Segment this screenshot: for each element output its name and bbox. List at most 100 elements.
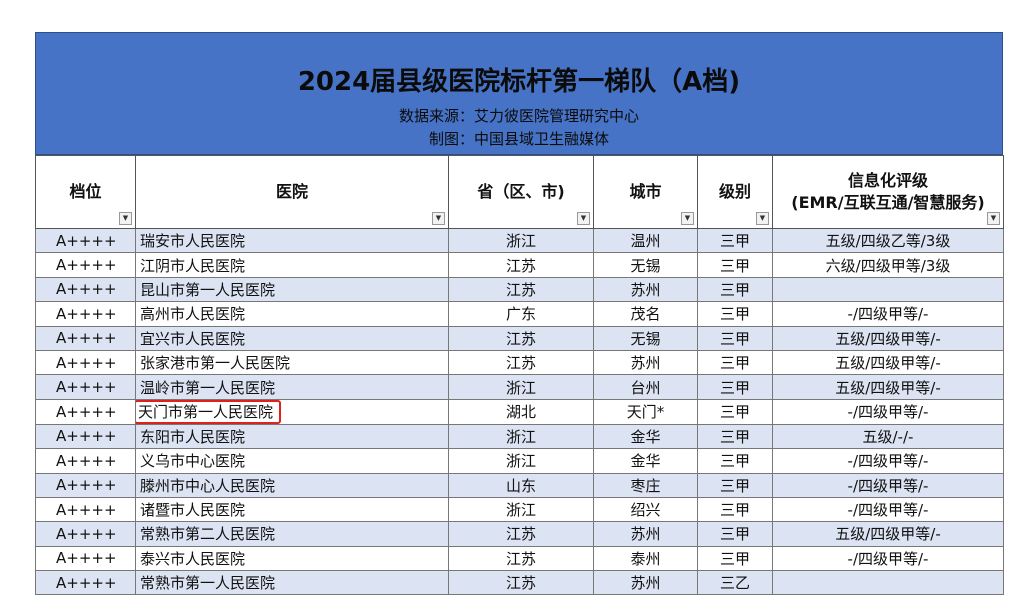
- cell-it-rating[interactable]: 五级/四级甲等/-: [772, 374, 1004, 400]
- cell-tier[interactable]: A++++: [35, 521, 136, 547]
- cell-province[interactable]: 广东: [448, 301, 594, 327]
- cell-hospital[interactable]: 常熟市第二人民医院: [135, 521, 449, 547]
- cell-tier[interactable]: A++++: [35, 325, 136, 351]
- cell-level[interactable]: 三甲: [697, 496, 773, 523]
- cell-province[interactable]: 江苏: [448, 570, 594, 596]
- cell-level[interactable]: 三甲: [697, 252, 773, 278]
- cell-it-rating[interactable]: 五级/四级甲等/-: [772, 325, 1004, 351]
- cell-province[interactable]: 浙江: [448, 374, 594, 400]
- col-header-it-rating[interactable]: 信息化评级 (EMR/互联互通/智慧服务) ▼: [772, 155, 1004, 229]
- cell-province[interactable]: 浙江: [448, 423, 594, 450]
- table-row[interactable]: A++++ 江阴市人民医院 江苏 无锡 三甲 六级/四级甲等/3级: [35, 252, 1004, 278]
- cell-tier[interactable]: A++++: [35, 276, 136, 303]
- cell-tier[interactable]: A++++: [35, 398, 136, 425]
- cell-city[interactable]: 苏州: [593, 521, 698, 547]
- cell-level[interactable]: 三甲: [697, 423, 773, 450]
- cell-hospital[interactable]: 泰兴市人民医院: [135, 545, 449, 572]
- cell-it-rating[interactable]: -/四级甲等/-: [772, 545, 1004, 572]
- cell-province[interactable]: 湖北: [448, 398, 594, 425]
- cell-tier[interactable]: A++++: [35, 472, 136, 498]
- cell-tier[interactable]: A++++: [35, 423, 136, 450]
- filter-dropdown-icon[interactable]: ▼: [756, 212, 769, 225]
- cell-it-rating[interactable]: [772, 570, 1004, 596]
- col-header-tier[interactable]: 档位 ▼: [35, 155, 136, 229]
- cell-hospital[interactable]: 义乌市中心医院: [135, 448, 449, 474]
- cell-tier[interactable]: A++++: [35, 448, 136, 474]
- cell-city[interactable]: 绍兴: [593, 496, 698, 523]
- cell-it-rating[interactable]: -/四级甲等/-: [772, 448, 1004, 474]
- cell-hospital[interactable]: 瑞安市人民医院: [135, 227, 449, 254]
- cell-province[interactable]: 浙江: [448, 448, 594, 474]
- cell-hospital[interactable]: 江阴市人民医院: [135, 252, 449, 278]
- cell-hospital[interactable]: 东阳市人民医院: [135, 423, 449, 450]
- cell-it-rating[interactable]: 五级/四级甲等/-: [772, 349, 1004, 376]
- cell-it-rating[interactable]: -/四级甲等/-: [772, 301, 1004, 327]
- cell-city[interactable]: 无锡: [593, 252, 698, 278]
- cell-it-rating[interactable]: -/四级甲等/-: [772, 496, 1004, 523]
- filter-dropdown-icon[interactable]: ▼: [987, 212, 1000, 225]
- cell-city[interactable]: 泰州: [593, 545, 698, 572]
- cell-level[interactable]: 三甲: [697, 374, 773, 400]
- table-row[interactable]: A++++ 昆山市第一人民医院 江苏 苏州 三甲: [35, 276, 1004, 303]
- col-header-hospital[interactable]: 医院 ▼: [135, 155, 449, 229]
- cell-city[interactable]: 金华: [593, 423, 698, 450]
- cell-city[interactable]: 枣庄: [593, 472, 698, 498]
- cell-hospital[interactable]: 张家港市第一人民医院: [135, 349, 449, 376]
- table-row[interactable]: A++++ 滕州市中心人民医院 山东 枣庄 三甲 -/四级甲等/-: [35, 472, 1004, 498]
- cell-level[interactable]: 三甲: [697, 301, 773, 327]
- cell-city[interactable]: 苏州: [593, 276, 698, 303]
- col-header-city[interactable]: 城市 ▼: [593, 155, 698, 229]
- cell-province[interactable]: 江苏: [448, 325, 594, 351]
- table-row[interactable]: A++++ 诸暨市人民医院 浙江 绍兴 三甲 -/四级甲等/-: [35, 496, 1004, 523]
- table-row[interactable]: A++++ 东阳市人民医院 浙江 金华 三甲 五级/-/-: [35, 423, 1004, 450]
- cell-hospital[interactable]: 滕州市中心人民医院: [135, 472, 449, 498]
- cell-it-rating[interactable]: 六级/四级甲等/3级: [772, 252, 1004, 278]
- cell-tier[interactable]: A++++: [35, 374, 136, 400]
- cell-level[interactable]: 三甲: [697, 227, 773, 254]
- cell-tier[interactable]: A++++: [35, 301, 136, 327]
- cell-tier[interactable]: A++++: [35, 545, 136, 572]
- cell-it-rating[interactable]: 五级/四级乙等/3级: [772, 227, 1004, 254]
- cell-tier[interactable]: A++++: [35, 570, 136, 596]
- cell-level[interactable]: 三甲: [697, 325, 773, 351]
- cell-city[interactable]: 天门*: [593, 398, 698, 425]
- cell-level[interactable]: 三甲: [697, 472, 773, 498]
- cell-hospital[interactable]: 高州市人民医院: [135, 301, 449, 327]
- cell-level[interactable]: 三甲: [697, 545, 773, 572]
- cell-level[interactable]: 三甲: [697, 398, 773, 425]
- cell-it-rating[interactable]: -/四级甲等/-: [772, 472, 1004, 498]
- cell-city[interactable]: 温州: [593, 227, 698, 254]
- cell-city[interactable]: 无锡: [593, 325, 698, 351]
- cell-level[interactable]: 三乙: [697, 570, 773, 596]
- cell-hospital[interactable]: 常熟市第一人民医院: [135, 570, 449, 596]
- cell-hospital[interactable]: 天门市第一人民医院: [135, 398, 449, 425]
- cell-city[interactable]: 金华: [593, 448, 698, 474]
- cell-level[interactable]: 三甲: [697, 276, 773, 303]
- cell-city[interactable]: 苏州: [593, 349, 698, 376]
- table-row[interactable]: A++++ 高州市人民医院 广东 茂名 三甲 -/四级甲等/-: [35, 301, 1004, 327]
- cell-level[interactable]: 三甲: [697, 349, 773, 376]
- cell-city[interactable]: 茂名: [593, 301, 698, 327]
- cell-tier[interactable]: A++++: [35, 349, 136, 376]
- table-row[interactable]: A++++ 泰兴市人民医院 江苏 泰州 三甲 -/四级甲等/-: [35, 545, 1004, 572]
- filter-dropdown-icon[interactable]: ▼: [432, 212, 445, 225]
- cell-province[interactable]: 江苏: [448, 276, 594, 303]
- cell-tier[interactable]: A++++: [35, 252, 136, 278]
- table-row[interactable]: A++++ 常熟市第二人民医院 江苏 苏州 三甲 五级/四级甲等/-: [35, 521, 1004, 547]
- cell-it-rating[interactable]: -/四级甲等/-: [772, 398, 1004, 425]
- cell-city[interactable]: 苏州: [593, 570, 698, 596]
- cell-province[interactable]: 浙江: [448, 227, 594, 254]
- cell-province[interactable]: 山东: [448, 472, 594, 498]
- table-row[interactable]: A++++ 宜兴市人民医院 江苏 无锡 三甲 五级/四级甲等/-: [35, 325, 1004, 351]
- table-row[interactable]: A++++ 温岭市第一人民医院 浙江 台州 三甲 五级/四级甲等/-: [35, 374, 1004, 400]
- cell-hospital[interactable]: 昆山市第一人民医院: [135, 276, 449, 303]
- cell-hospital[interactable]: 诸暨市人民医院: [135, 496, 449, 523]
- table-row[interactable]: A++++ 天门市第一人民医院 湖北 天门* 三甲 -/四级甲等/-: [35, 398, 1004, 425]
- filter-dropdown-icon[interactable]: ▼: [681, 212, 694, 225]
- cell-level[interactable]: 三甲: [697, 448, 773, 474]
- col-header-province[interactable]: 省（区、市) ▼: [448, 155, 594, 229]
- table-row[interactable]: A++++ 瑞安市人民医院 浙江 温州 三甲 五级/四级乙等/3级: [35, 227, 1004, 254]
- cell-province[interactable]: 浙江: [448, 496, 594, 523]
- cell-it-rating[interactable]: [772, 276, 1004, 303]
- cell-it-rating[interactable]: 五级/-/-: [772, 423, 1004, 450]
